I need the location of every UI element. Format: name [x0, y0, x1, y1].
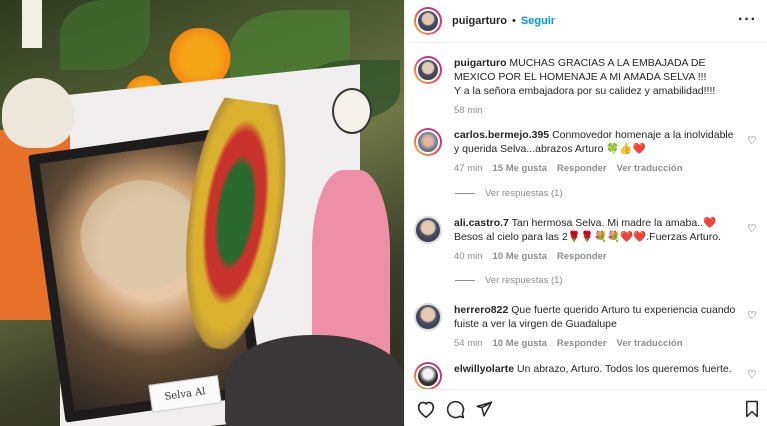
catrina-head	[332, 88, 372, 134]
foliage	[60, 0, 150, 70]
caption-text: puigarturo MUCHAS GRACIAS A LA EMBAJADA …	[454, 56, 736, 98]
view-replies[interactable]: Ver respuestas (1)	[455, 188, 563, 199]
heart-icon[interactable]: ♡	[747, 136, 757, 147]
author-avatar[interactable]	[414, 56, 442, 84]
comment-likes[interactable]: 10 Me gusta	[493, 337, 547, 351]
candle	[22, 0, 42, 48]
view-replies-label[interactable]: Ver respuestas (1)	[485, 188, 563, 199]
more-options-icon[interactable]: ···	[738, 12, 757, 28]
translate-button[interactable]: Ver traducción	[617, 162, 683, 176]
comment-time: 47 min	[454, 163, 483, 174]
reply-button[interactable]: Responder	[557, 162, 607, 176]
commenter-avatar[interactable]	[414, 303, 442, 331]
comment-likes[interactable]: 15 Me gusta	[493, 162, 547, 176]
comment-likes[interactable]: 10 Me gusta	[493, 250, 547, 264]
comment-time: 40 min	[454, 251, 483, 262]
caption-username[interactable]: puigarturo	[454, 57, 507, 69]
reply-button[interactable]: Responder	[557, 337, 607, 351]
commenter-username[interactable]: carlos.bermejo.395	[454, 129, 549, 141]
commenter-avatar[interactable]	[414, 362, 442, 389]
heart-icon[interactable]: ♡	[747, 311, 757, 322]
commenter-username[interactable]: elwillyolarte	[454, 363, 514, 375]
heart-icon[interactable]: ♡	[747, 370, 757, 381]
view-replies[interactable]: Ver respuestas (1)	[455, 275, 563, 286]
commenter-avatar[interactable]	[414, 216, 442, 244]
comment-icon[interactable]	[444, 398, 466, 420]
comments-list[interactable]: puigarturo MUCHAS GRACIAS A LA EMBAJADA …	[405, 44, 767, 389]
post-action-bar	[405, 389, 767, 426]
heart-icon[interactable]	[415, 398, 437, 420]
heart-icon[interactable]: ♡	[747, 224, 757, 235]
commenter-username[interactable]: ali.castro.7	[454, 217, 509, 229]
post-header: puigarturo • Seguir ···	[405, 0, 767, 43]
replies-line	[455, 193, 475, 194]
translate-button[interactable]: Ver traducción	[617, 337, 683, 351]
author-username[interactable]: puigarturo	[452, 15, 507, 27]
stone-mortar	[225, 335, 404, 426]
post-photo[interactable]: Selva Al	[0, 0, 404, 426]
share-icon[interactable]	[473, 398, 495, 420]
view-replies-label[interactable]: Ver respuestas (1)	[485, 275, 563, 286]
author-avatar[interactable]	[414, 7, 442, 35]
comment-text: Un abrazo, Arturo. Todos los queremos fu…	[517, 363, 732, 375]
follow-button[interactable]: Seguir	[521, 15, 555, 27]
sugar-skull	[2, 78, 74, 148]
bookmark-icon[interactable]	[741, 398, 763, 420]
caption-time: 58 min	[454, 105, 483, 116]
caption-line-2: Y a la señora embajadora por su calidez …	[454, 85, 716, 97]
post-side-panel: puigarturo • Seguir ··· puigarturo MUCHA…	[404, 0, 767, 426]
commenter-username[interactable]: herrero822	[454, 304, 508, 316]
separator-dot: •	[512, 15, 516, 27]
comment-time: 54 min	[454, 338, 483, 349]
commenter-avatar[interactable]	[414, 128, 442, 156]
replies-line	[455, 280, 475, 281]
reply-button[interactable]: Responder	[557, 250, 607, 264]
